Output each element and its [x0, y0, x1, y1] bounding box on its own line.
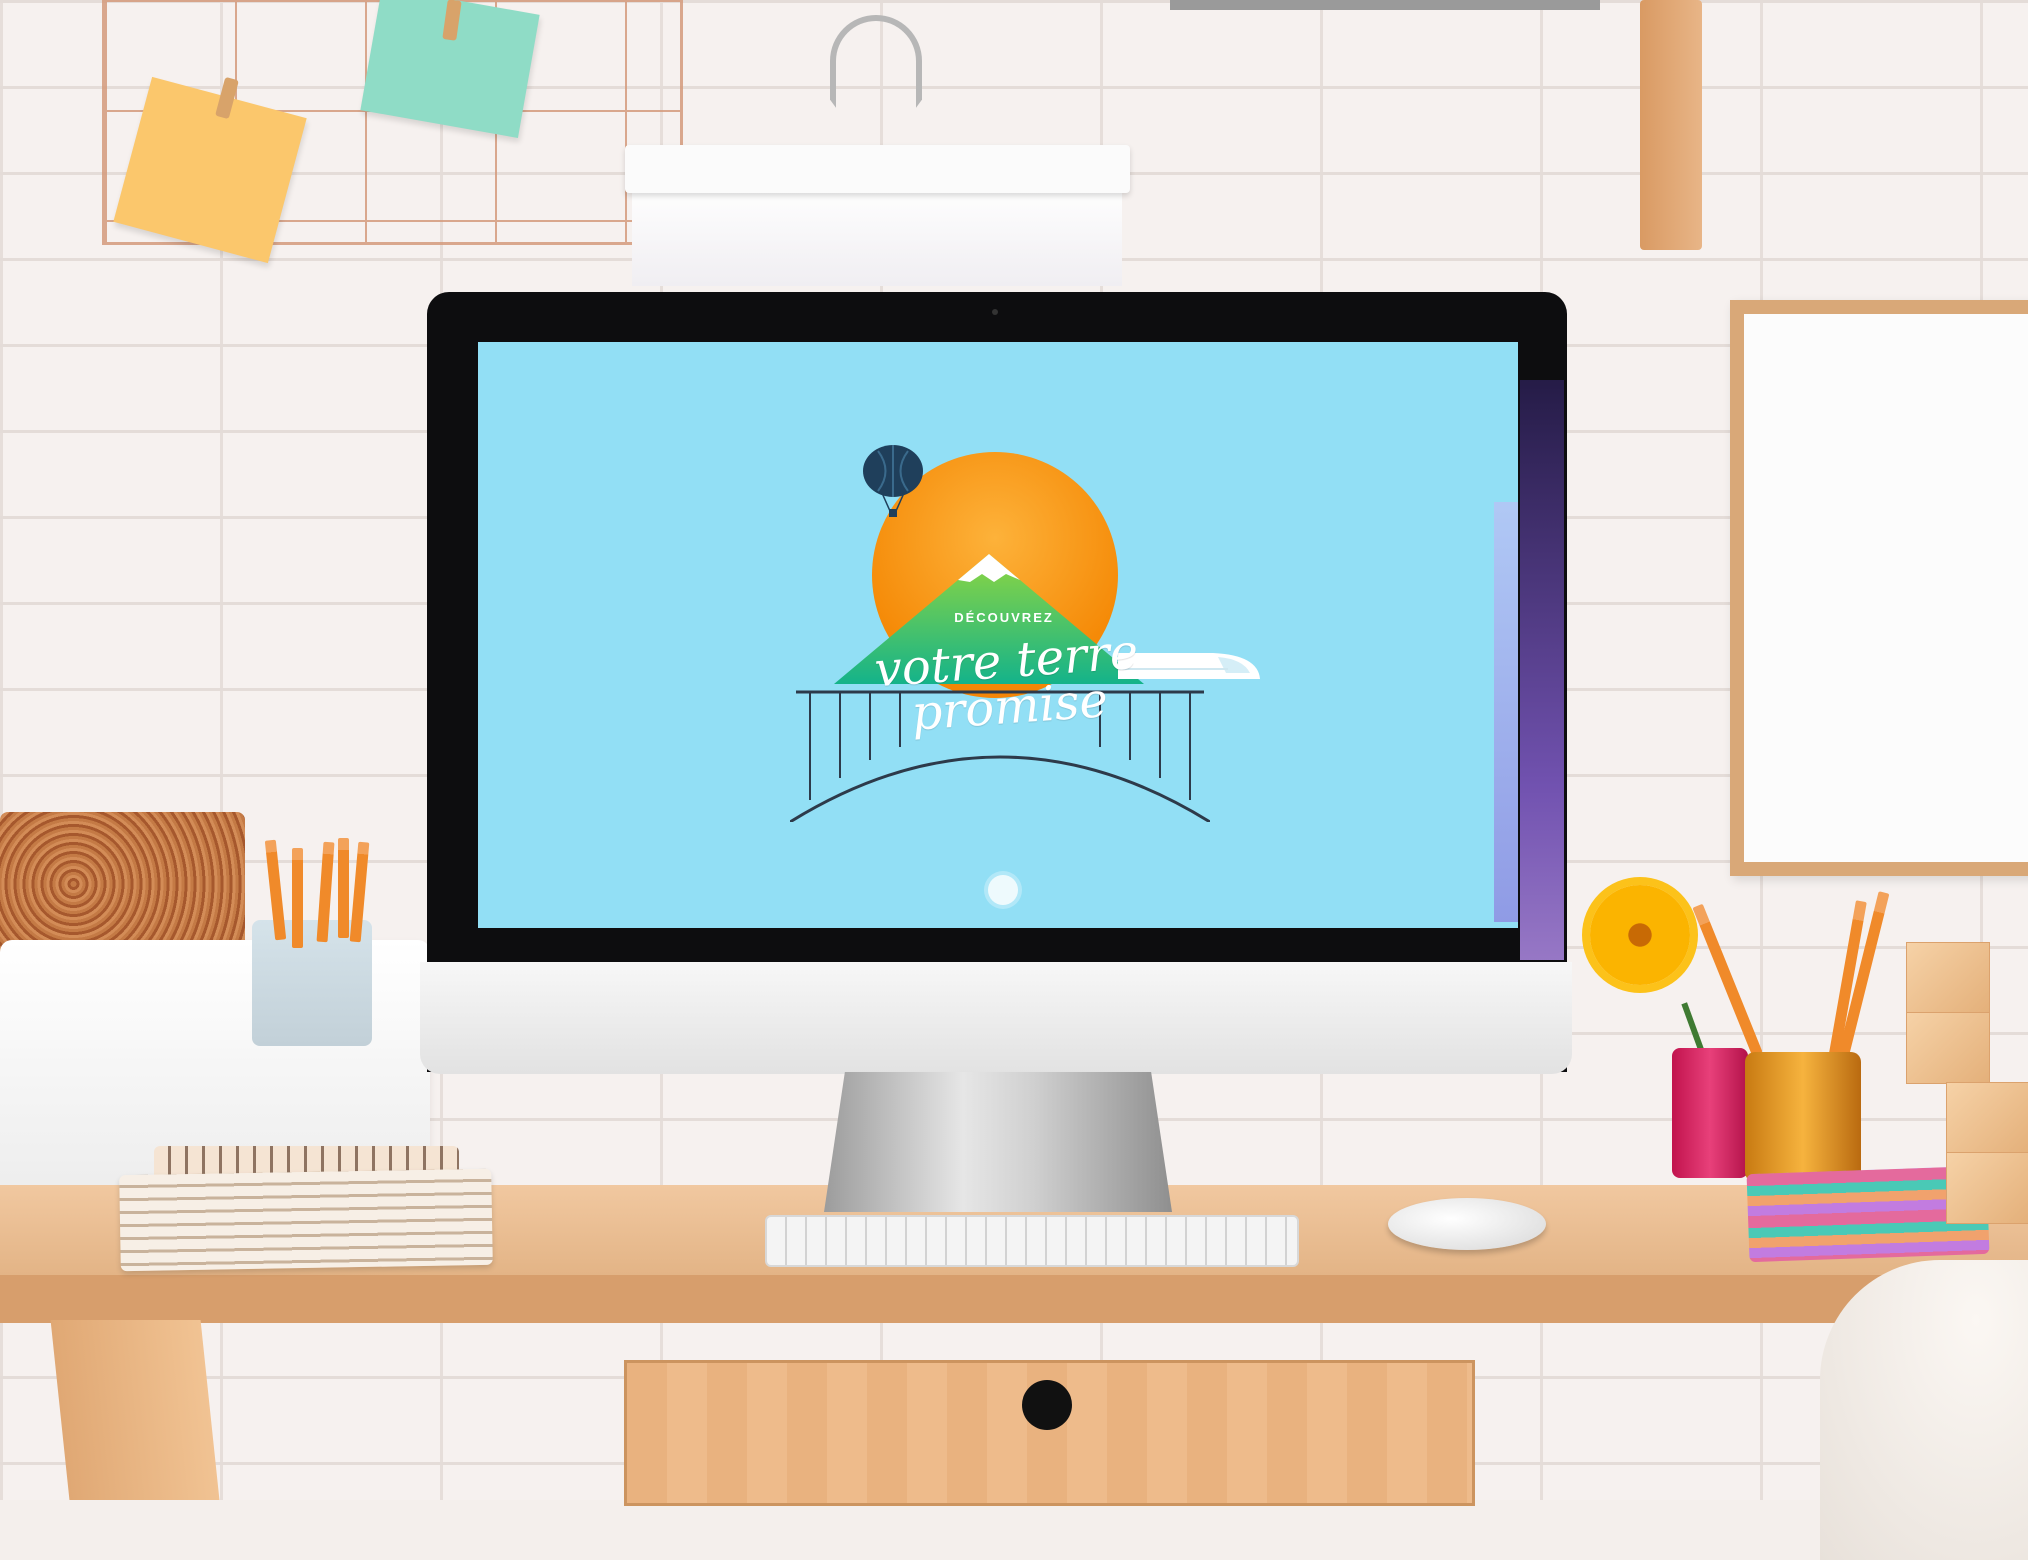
- monitor-chin: [420, 962, 1572, 1074]
- gerbera-flower: [1590, 885, 1690, 985]
- pencil: [338, 838, 349, 938]
- screen-glare: [1494, 502, 1518, 922]
- hanging-paper: [632, 190, 1122, 286]
- drawer-knob: [1022, 1380, 1072, 1430]
- hanger: [625, 145, 1130, 193]
- desk-leg: [50, 1320, 220, 1500]
- notebook-stack: [119, 1168, 493, 1272]
- mouse: [1388, 1198, 1546, 1250]
- wooden-block: [1946, 1082, 2028, 1154]
- picture-frame: [1730, 300, 2028, 876]
- screen-reflection: [1520, 380, 1564, 960]
- shelf-bracket: [1640, 0, 1702, 250]
- pink-jar: [1672, 1048, 1748, 1178]
- keyboard: [765, 1215, 1299, 1267]
- screen-subtitle: DÉCOUVREZ: [954, 610, 1054, 625]
- monitor-screen: DÉCOUVREZ votre terre promise: [478, 342, 1518, 928]
- scroll-indicator-dot[interactable]: [988, 875, 1018, 905]
- wooden-block: [1946, 1152, 2028, 1224]
- pencil: [292, 848, 303, 948]
- wall-shelf: [1170, 0, 1600, 10]
- gold-jar: [1745, 1052, 1861, 1182]
- monitor-stand: [824, 1072, 1172, 1212]
- desk-edge: [0, 1275, 2028, 1323]
- camera-icon: [992, 309, 998, 315]
- screen-title: votre terre promise: [865, 624, 1151, 742]
- chair: [1820, 1260, 2028, 1560]
- wooden-block: [1906, 1012, 1990, 1084]
- hot-air-balloon-icon: [863, 445, 923, 517]
- wooden-block: [1906, 942, 1990, 1014]
